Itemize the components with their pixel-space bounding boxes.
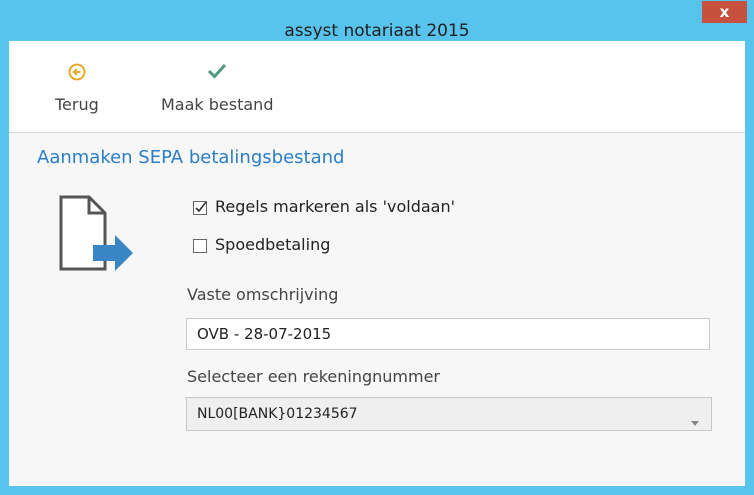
app-window: assyst notariaat 2015 x Terug Maak besta…	[0, 0, 754, 495]
window-title: assyst notariaat 2015	[284, 21, 470, 41]
urgent-payment-label: Spoedbetaling	[215, 235, 331, 254]
make-file-button[interactable]: Maak bestand	[161, 63, 273, 114]
urgent-payment-checkbox[interactable]: Spoedbetaling	[193, 235, 330, 254]
back-label: Terug	[55, 95, 99, 114]
account-select[interactable]: NL00[BANK}01234567	[186, 397, 712, 431]
toolbar: Terug Maak bestand	[9, 41, 745, 133]
form-panel: Aanmaken SEPA betalingsbestand Regels ma…	[9, 133, 745, 486]
checkbox-unchecked-icon	[193, 238, 207, 253]
client-area: Terug Maak bestand Aanmaken SEPA betalin…	[9, 41, 745, 486]
description-input[interactable]	[186, 318, 710, 350]
chevron-down-icon	[691, 411, 699, 430]
title-bar[interactable]: assyst notariaat 2015 x	[1, 1, 753, 41]
account-value: NL00[BANK}01234567	[197, 406, 358, 422]
make-file-label: Maak bestand	[161, 95, 274, 114]
checkbox-checked-icon	[193, 200, 207, 215]
close-button[interactable]: x	[702, 1, 747, 23]
document-export-icon	[57, 195, 137, 279]
back-arrow-icon	[55, 63, 99, 85]
checkmark-icon	[161, 63, 273, 85]
description-label: Vaste omschrijving	[187, 285, 339, 304]
mark-paid-checkbox[interactable]: Regels markeren als 'voldaan'	[193, 197, 455, 216]
back-button[interactable]: Terug	[55, 63, 99, 114]
account-label: Selecteer een rekeningnummer	[187, 367, 440, 386]
mark-paid-label: Regels markeren als 'voldaan'	[215, 197, 455, 216]
page-title: Aanmaken SEPA betalingsbestand	[37, 147, 345, 168]
